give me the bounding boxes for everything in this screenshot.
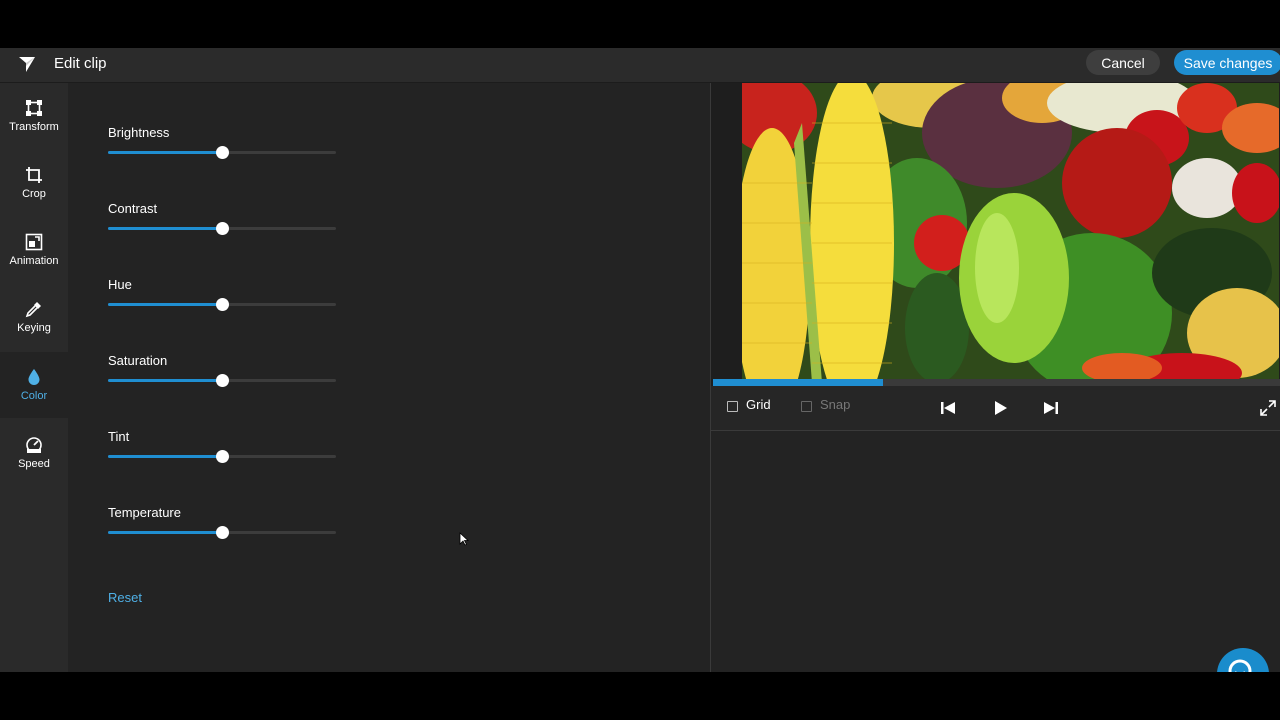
transform-icon bbox=[26, 100, 42, 116]
color-adjustments-panel: Brightness Contrast Hue Saturation Tint … bbox=[68, 83, 710, 672]
app-logo-icon bbox=[19, 57, 35, 72]
letterbox-top bbox=[0, 0, 1280, 48]
slider-thumb[interactable] bbox=[216, 222, 229, 235]
speedometer-icon bbox=[26, 437, 42, 453]
slider-label: Temperature bbox=[108, 505, 181, 520]
temperature-slider[interactable] bbox=[108, 526, 336, 539]
preview-area: Grid Snap bbox=[711, 83, 1280, 431]
sidebar-item-label: Transform bbox=[9, 121, 59, 133]
brightness-slider[interactable] bbox=[108, 146, 336, 159]
crop-icon bbox=[26, 167, 42, 183]
contrast-slider-group: Contrast bbox=[108, 201, 348, 251]
vegetables-frame-image bbox=[742, 83, 1279, 379]
snap-label: Snap bbox=[820, 397, 851, 412]
play-icon[interactable] bbox=[991, 399, 1009, 417]
animation-icon bbox=[25, 233, 43, 251]
hue-slider-group: Hue bbox=[108, 277, 348, 327]
save-changes-button[interactable]: Save changes bbox=[1174, 50, 1280, 75]
sidebar-item-label: Crop bbox=[22, 188, 46, 200]
mouse-cursor-icon bbox=[459, 532, 469, 546]
sidebar-item-crop[interactable]: Crop bbox=[0, 150, 68, 216]
preview-controls: Grid Snap bbox=[711, 386, 1280, 431]
cancel-button[interactable]: Cancel bbox=[1086, 50, 1160, 75]
slider-thumb[interactable] bbox=[216, 374, 229, 387]
skip-back-icon[interactable] bbox=[939, 399, 957, 417]
brightness-slider-group: Brightness bbox=[108, 125, 348, 175]
grid-label: Grid bbox=[746, 397, 771, 412]
sidebar-item-color[interactable]: Color bbox=[0, 352, 68, 418]
slider-thumb[interactable] bbox=[216, 526, 229, 539]
slider-label: Saturation bbox=[108, 353, 168, 368]
slider-fill bbox=[108, 455, 222, 458]
tool-sidebar: Transform Crop Animation Keying Color Sp… bbox=[0, 83, 68, 672]
slider-fill bbox=[108, 227, 222, 230]
edit-clip-app: Edit clip Cancel Save changes Transform … bbox=[0, 48, 1280, 700]
temperature-slider-group: Temperature bbox=[108, 505, 348, 555]
top-bar: Edit clip Cancel Save changes bbox=[0, 48, 1280, 83]
sidebar-item-label: Color bbox=[20, 390, 48, 402]
grid-checkbox[interactable] bbox=[727, 401, 738, 412]
skip-forward-icon[interactable] bbox=[1042, 399, 1060, 417]
contrast-slider[interactable] bbox=[108, 222, 336, 235]
sidebar-item-transform[interactable]: Transform bbox=[0, 83, 68, 149]
tint-slider-group: Tint bbox=[108, 429, 348, 479]
snap-checkbox[interactable] bbox=[801, 401, 812, 412]
saturation-slider[interactable] bbox=[108, 374, 336, 387]
droplet-icon bbox=[28, 369, 40, 385]
hue-slider[interactable] bbox=[108, 298, 336, 311]
sidebar-item-speed[interactable]: Speed bbox=[0, 420, 68, 486]
slider-label: Tint bbox=[108, 429, 130, 444]
letterbox-bottom bbox=[0, 672, 1280, 720]
tint-slider[interactable] bbox=[108, 450, 336, 463]
slider-fill bbox=[108, 151, 222, 154]
saturation-slider-group: Saturation bbox=[108, 353, 348, 403]
playback-progress-fill bbox=[713, 379, 884, 386]
slider-label: Contrast bbox=[108, 201, 158, 216]
slider-fill bbox=[108, 379, 222, 382]
page-title: Edit clip bbox=[54, 55, 107, 72]
slider-label: Hue bbox=[108, 277, 132, 292]
eyedropper-icon bbox=[25, 302, 41, 318]
reset-link[interactable]: Reset bbox=[108, 590, 142, 605]
sidebar-item-label: Speed bbox=[18, 458, 50, 470]
slider-thumb[interactable] bbox=[216, 450, 229, 463]
slider-fill bbox=[108, 531, 222, 534]
slider-thumb[interactable] bbox=[216, 298, 229, 311]
sidebar-item-animation[interactable]: Animation bbox=[0, 217, 68, 283]
slider-thumb[interactable] bbox=[216, 146, 229, 159]
playback-progress-bar[interactable] bbox=[713, 379, 1280, 386]
sidebar-item-label: Animation bbox=[9, 255, 59, 267]
video-preview[interactable] bbox=[742, 83, 1279, 379]
sidebar-item-keying[interactable]: Keying bbox=[0, 284, 68, 350]
slider-label: Brightness bbox=[108, 125, 170, 140]
fullscreen-icon[interactable] bbox=[1259, 399, 1277, 417]
sidebar-item-label: Keying bbox=[17, 322, 51, 334]
slider-fill bbox=[108, 303, 222, 306]
